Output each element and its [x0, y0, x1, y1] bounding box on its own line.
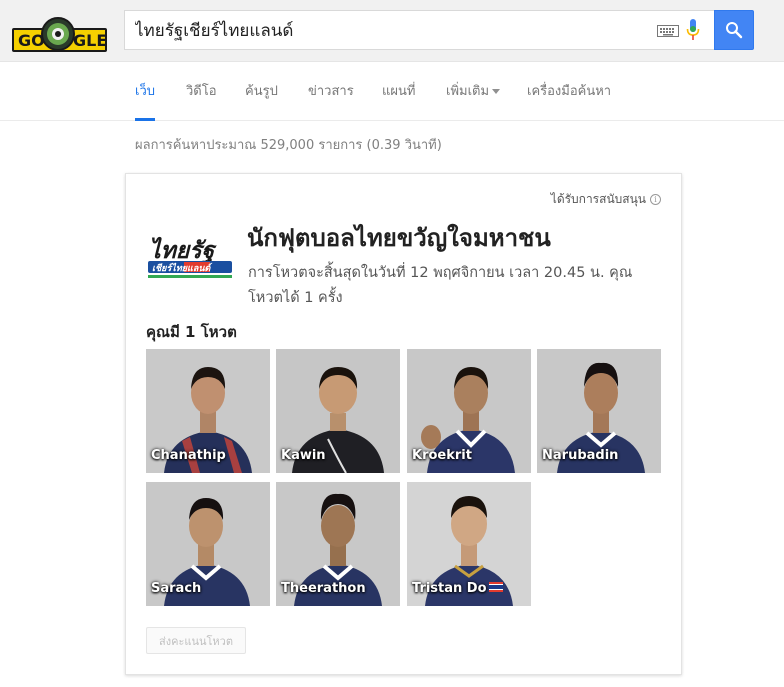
tab-label: เว็บ — [135, 84, 155, 99]
player-name: Kawin — [281, 448, 326, 463]
player-name: Theerathon — [281, 581, 366, 596]
player-name: Tristan Do — [412, 581, 487, 596]
search-input[interactable] — [135, 11, 645, 49]
tab-more[interactable]: เพิ่มเติม — [446, 80, 501, 121]
card-subtitle: การโหวตจะสิ้นสุดในวันที่ 12 พฤศจิกายน เว… — [248, 265, 633, 306]
info-icon: i — [650, 194, 661, 205]
keyboard-icon[interactable] — [657, 25, 679, 37]
google-doodle-logo[interactable]: GO GLE — [12, 16, 107, 54]
submit-vote-button[interactable]: ส่งคะแนนโหวต — [146, 627, 246, 654]
svg-text:GLE: GLE — [73, 31, 107, 50]
card-title: นักฟุตบอลไทยขวัญใจมหาชน — [247, 224, 551, 252]
tab-label: แผนที่ — [382, 84, 416, 99]
brand-logo-line2: เชียร์ไทยแลนด์ — [152, 262, 213, 274]
tab-videos[interactable]: วิดีโอ — [186, 80, 217, 121]
sponsored-label[interactable]: ได้รับการสนับสนุน i — [551, 190, 661, 209]
thairath-logo: ไทยรัฐ เชียร์ไทยแลนด์ — [146, 234, 238, 282]
player-tile-kroekrit[interactable]: Kroekrit — [407, 349, 531, 473]
search-box — [124, 10, 714, 50]
search-button[interactable] — [714, 10, 754, 50]
player-name: Kroekrit — [412, 448, 472, 463]
tab-label: วิดีโอ — [186, 84, 217, 99]
tab-search-tools[interactable]: เครื่องมือค้นหา — [527, 80, 611, 121]
tab-web[interactable]: เว็บ — [135, 80, 155, 121]
player-name: Chanathip — [151, 448, 226, 463]
tab-label: เพิ่มเติม — [446, 84, 490, 99]
tab-images[interactable]: ค้นรูป — [245, 80, 278, 121]
player-tile-tristan-do[interactable]: Tristan Do — [407, 482, 531, 606]
player-tile-chanathip[interactable]: Chanathip — [146, 349, 270, 473]
tab-news[interactable]: ข่าวสาร — [308, 80, 354, 121]
player-tile-kawin[interactable]: Kawin — [276, 349, 400, 473]
player-name: Narubadin — [542, 448, 619, 463]
tab-label: เครื่องมือค้นหา — [527, 84, 612, 99]
player-tile-narubadin[interactable]: Narubadin — [537, 349, 661, 473]
result-stats: ผลการค้นหาประมาณ 529,000 รายการ (0.39 วิ… — [135, 138, 442, 153]
vote-count: คุณมี 1 โหวต — [146, 323, 237, 341]
svg-text:GO: GO — [18, 31, 45, 50]
tab-label: ข่าวสาร — [308, 84, 354, 99]
sponsored-text: ได้รับการสนับสนุน — [550, 192, 646, 206]
search-tabs: เว็บ วิดีโอ ค้นรูป ข่าวสาร แผนที่ เพิ่มเ… — [0, 62, 784, 121]
tab-label: ค้นรูป — [245, 84, 278, 99]
player-grid: Chanathip Kawin Kroekrit Narubadin Sarac… — [146, 349, 666, 609]
mic-icon[interactable] — [686, 19, 700, 41]
caret-down-icon — [492, 89, 501, 94]
search-icon — [726, 22, 743, 39]
header-bar: GO GLE — [0, 0, 784, 62]
vote-card: ได้รับการสนับสนุน i ไทยรัฐ เชียร์ไทยแลนด์… — [125, 173, 682, 675]
tab-maps[interactable]: แผนที่ — [382, 80, 415, 121]
player-tile-sarach[interactable]: Sarach — [146, 482, 270, 606]
player-tile-theerathon[interactable]: Theerathon — [276, 482, 400, 606]
player-name: Sarach — [151, 581, 202, 596]
